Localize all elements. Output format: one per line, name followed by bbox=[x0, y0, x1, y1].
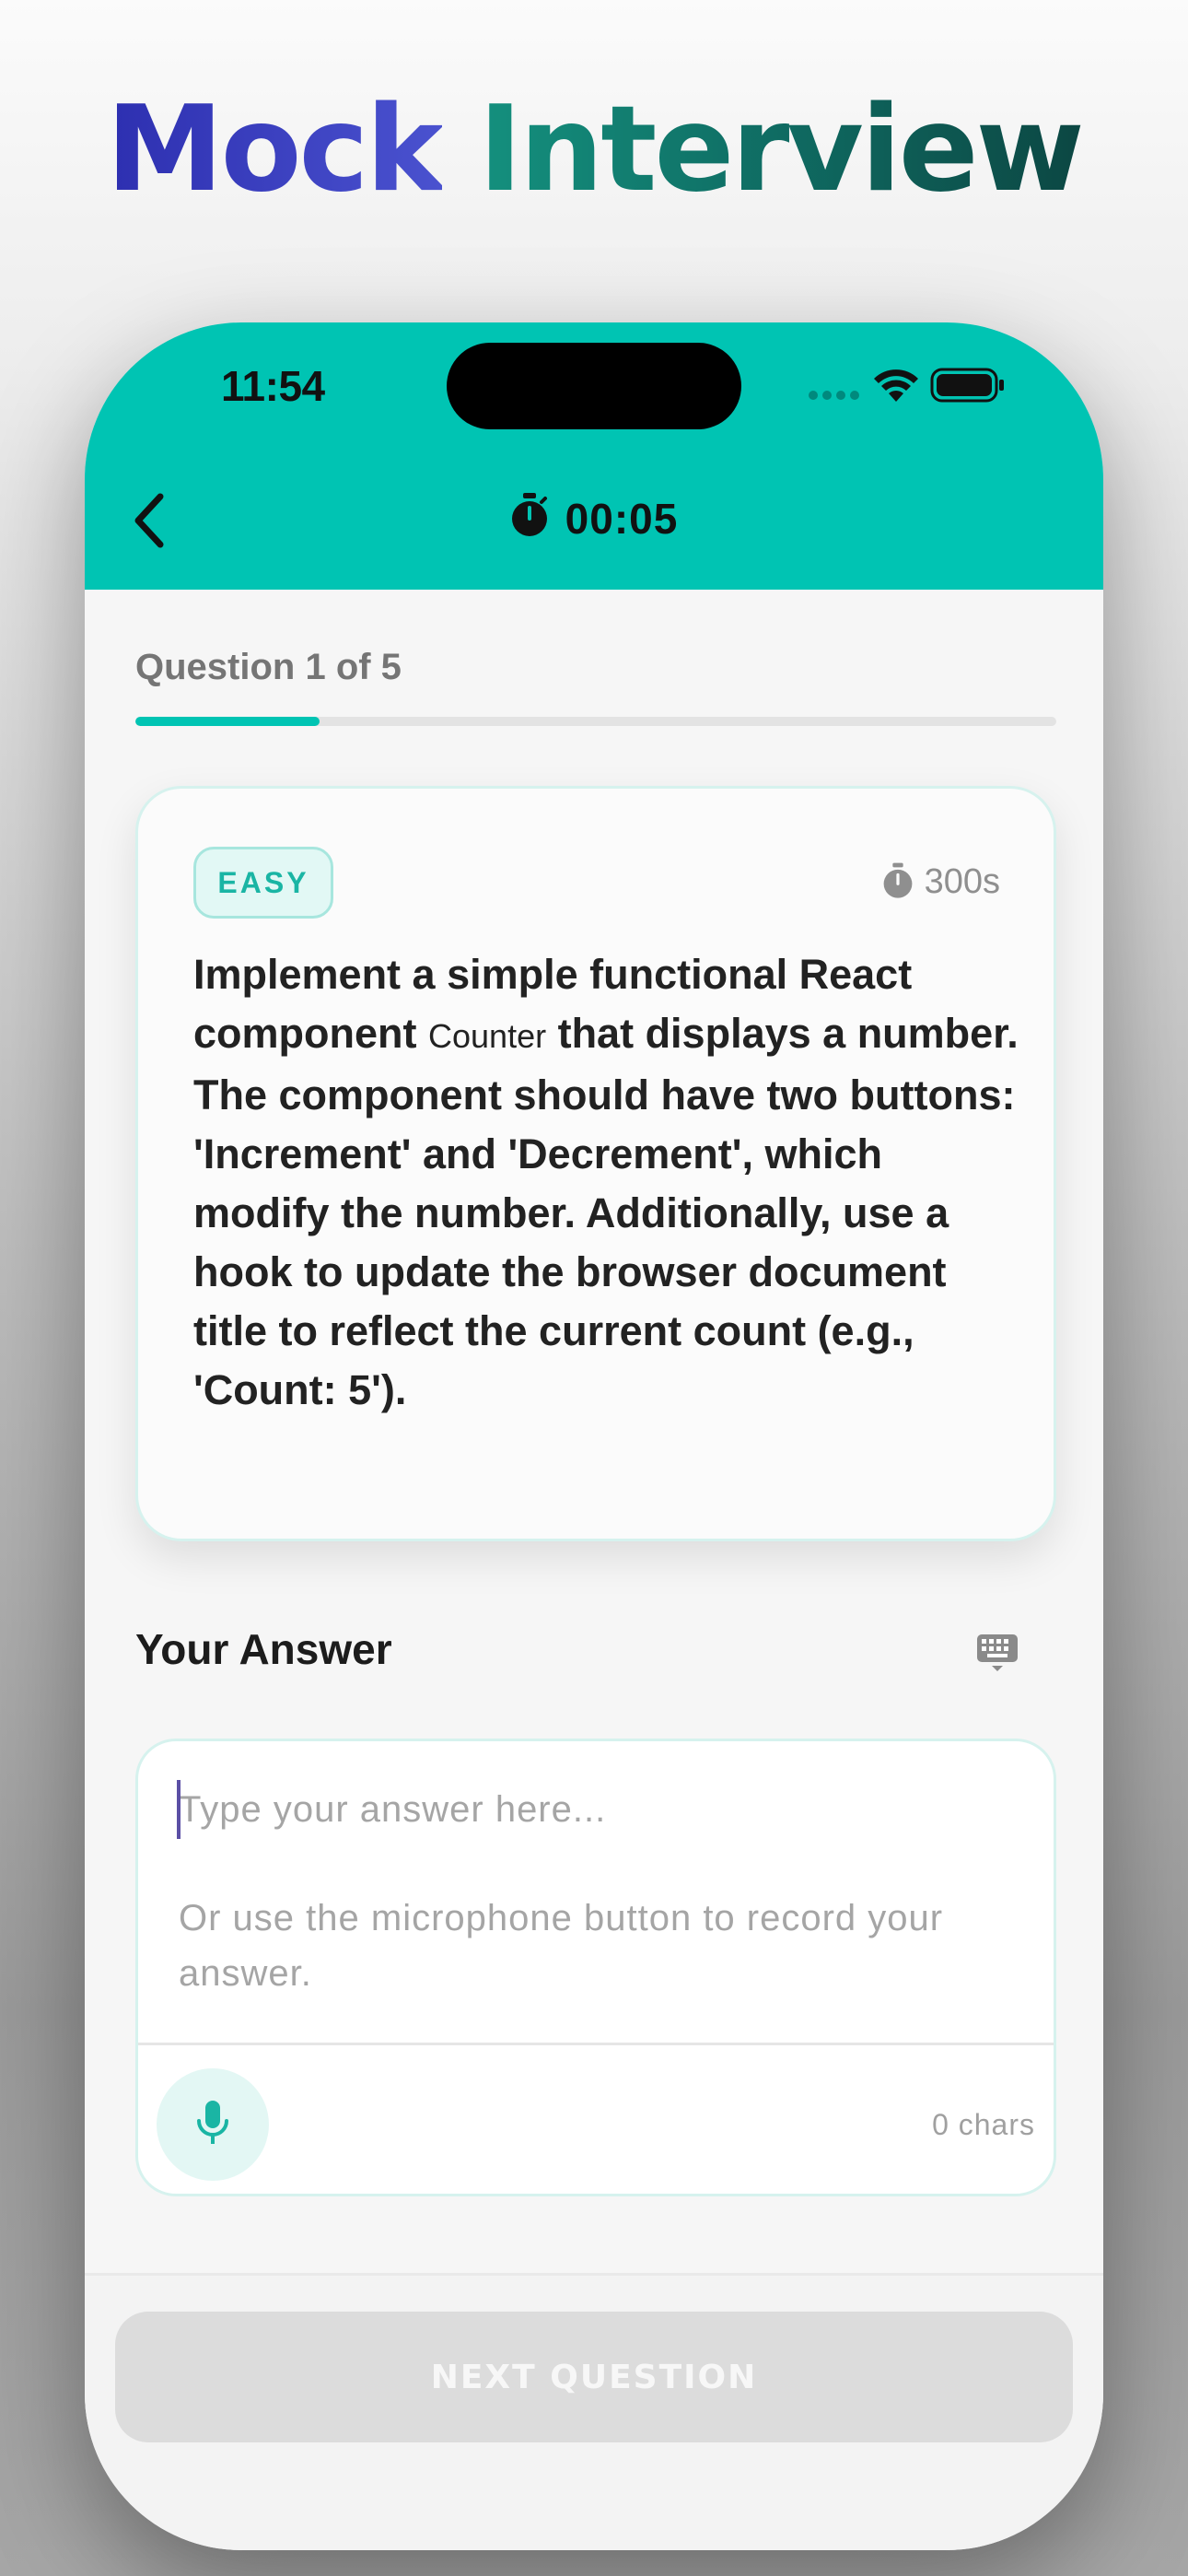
answer-divider bbox=[138, 2043, 1054, 2045]
phone-frame: 11:54 00:05 Question 1 of 5 EASY 300s Im… bbox=[85, 322, 1103, 2550]
bottom-action-bar: NEXT QUESTION bbox=[85, 2273, 1103, 2550]
question-text: Implement a simple functional React comp… bbox=[193, 945, 1022, 1420]
answer-section-title: Your Answer bbox=[135, 1625, 392, 1673]
difficulty-badge: EASY bbox=[193, 847, 333, 919]
promo-word-interview: Interview bbox=[478, 81, 1085, 218]
text-cursor bbox=[177, 1780, 181, 1839]
question-text-end: that displays a number. The component sh… bbox=[193, 1010, 1019, 1413]
stopwatch-icon bbox=[883, 862, 912, 898]
question-counter: Question 1 of 5 bbox=[135, 647, 402, 687]
dynamic-island bbox=[447, 343, 741, 429]
time-limit-value: 300s bbox=[924, 862, 1000, 901]
promo-word-mock: Mock bbox=[106, 81, 444, 218]
question-progress-bar bbox=[135, 717, 1056, 726]
answer-input[interactable] bbox=[175, 1778, 1022, 2008]
record-button[interactable] bbox=[157, 2068, 269, 2181]
wifi-icon bbox=[874, 369, 918, 402]
timer-value: 00:05 bbox=[565, 494, 679, 543]
next-question-button[interactable]: NEXT QUESTION bbox=[115, 2312, 1073, 2442]
app-header: 11:54 00:05 bbox=[85, 322, 1103, 590]
elapsed-timer: 00:05 bbox=[85, 490, 1103, 544]
stopwatch-icon bbox=[511, 492, 547, 536]
keyboard-icon[interactable] bbox=[976, 1631, 1019, 1673]
progress-fill bbox=[135, 717, 320, 726]
status-time: 11:54 bbox=[221, 362, 325, 410]
microphone-icon bbox=[197, 2101, 228, 2144]
question-card: EASY 300s Implement a simple functional … bbox=[135, 786, 1056, 1541]
character-count: 0 chars bbox=[932, 2108, 1035, 2141]
battery-icon bbox=[930, 368, 1004, 403]
question-code-term: Counter bbox=[428, 1017, 547, 1055]
promo-headline: Mock Interview bbox=[0, 81, 1188, 219]
cellular-signal-icon bbox=[809, 391, 860, 400]
answer-box: Type your answer here... Or use the micr… bbox=[135, 1739, 1056, 2196]
question-time-limit: 300s bbox=[882, 862, 1000, 902]
